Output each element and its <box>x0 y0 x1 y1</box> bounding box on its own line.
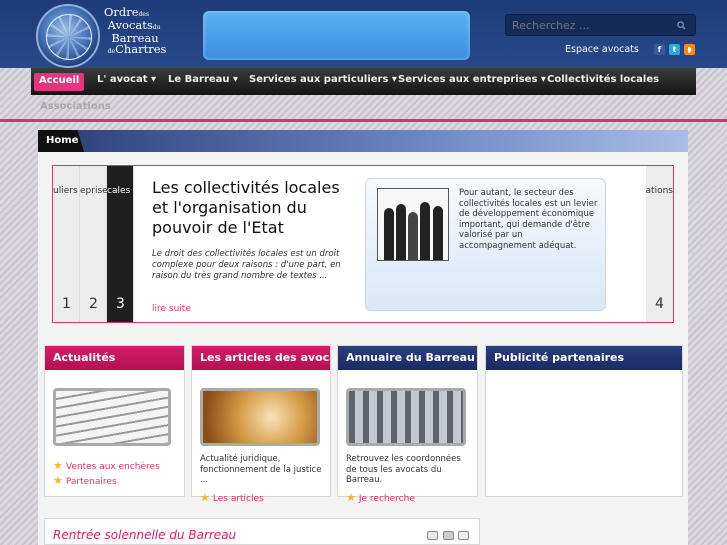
breadcrumb[interactable]: Home <box>38 130 84 152</box>
star-icon: ★ <box>200 491 210 504</box>
articles-column: Les articles des avocats Actualité jurid… <box>191 345 331 504</box>
slider-tab-1[interactable]: uliers 1 <box>53 166 80 322</box>
breadcrumb-bar <box>38 130 688 152</box>
actualites-title: Actualités <box>45 346 184 370</box>
articles-text: Actualité juridique, fonctionnement de l… <box>200 454 322 485</box>
nav-item-associations[interactable]: Associations <box>40 101 111 112</box>
slider-tab-2[interactable]: eprises2 <box>80 166 107 322</box>
annuaire-title: Annuaire du Barreau <box>338 346 477 370</box>
nav-row-2: Associations <box>31 95 696 117</box>
nav-item-avocat[interactable]: L' avocat ▾ <box>97 74 156 85</box>
slider-tab-4[interactable]: ations 4 <box>646 166 673 322</box>
email-icon[interactable] <box>458 531 469 540</box>
nav-item-barreau[interactable]: Le Barreau ▾ <box>168 74 238 85</box>
nav-item-particuliers[interactable]: Services aux particuliers ▾ <box>249 74 397 85</box>
espace-avocats-link[interactable]: Espace avocats <box>565 44 639 55</box>
nav-item-collectivites[interactable]: Collectivités locales <box>547 74 659 85</box>
slide-box-text: Pour autant, le secteur des collectivité… <box>459 188 598 251</box>
articles-link[interactable]: ★ Les articles <box>200 491 264 504</box>
slide-text: Le droit des collectivités locales est u… <box>152 249 341 281</box>
star-icon: ★ <box>346 491 356 504</box>
partenaires-column: Publicité partenaires <box>485 345 683 497</box>
nav-item-entreprises[interactable]: Services aux entreprises ▾ <box>398 74 546 85</box>
star-icon: ★ <box>53 459 63 472</box>
pdf-icon[interactable] <box>427 531 438 540</box>
actualites-column: Actualités ★ Ventes aux enchères ★ Partena… <box>44 345 185 497</box>
pen-image <box>200 388 320 446</box>
read-more-link[interactable]: lire suite <box>152 304 191 314</box>
newspaper-image <box>53 388 171 446</box>
slide-title: Les collectivités locales et l'organisat… <box>152 178 340 237</box>
logo-text[interactable]: Ordredes Avocatsdu Barreau deChartres <box>104 6 174 57</box>
courthouse-image <box>346 388 466 446</box>
search-icon[interactable] <box>677 21 686 30</box>
articles-title: Les articles des avocats <box>192 346 330 370</box>
main-nav: Accueil L' avocat ▾ Le Barreau ▾ Service… <box>31 68 696 95</box>
star-icon: ★ <box>53 474 63 487</box>
annuaire-text: Retrouvez les coordonnées de tous les av… <box>346 454 461 485</box>
slider-tab-3[interactable]: cales 3 <box>107 166 134 322</box>
print-icon[interactable] <box>443 531 454 540</box>
nav-item-accueil[interactable]: Accueil <box>34 73 85 91</box>
partenaires-link[interactable]: ★ Partenaires <box>53 474 117 487</box>
logo-seal-icon[interactable] <box>36 4 100 68</box>
search-input[interactable] <box>505 14 696 36</box>
recherche-link[interactable]: ★ Je recherche <box>346 491 415 504</box>
facebook-icon[interactable]: f <box>654 44 665 55</box>
ventes-link[interactable]: ★ Ventes aux enchères <box>53 459 160 472</box>
twitter-icon[interactable]: t <box>669 44 680 55</box>
business-people-image <box>377 188 449 261</box>
divider <box>0 119 727 122</box>
rss-icon[interactable]: ◗ <box>684 44 695 55</box>
publicite-title: Publicité partenaires <box>486 346 682 370</box>
annuaire-column: Annuaire du Barreau Retrouvez les coordo… <box>337 345 478 504</box>
bottom-article-title[interactable]: Rentrée solennelle du Barreau <box>53 528 236 542</box>
header-banner <box>203 11 470 60</box>
